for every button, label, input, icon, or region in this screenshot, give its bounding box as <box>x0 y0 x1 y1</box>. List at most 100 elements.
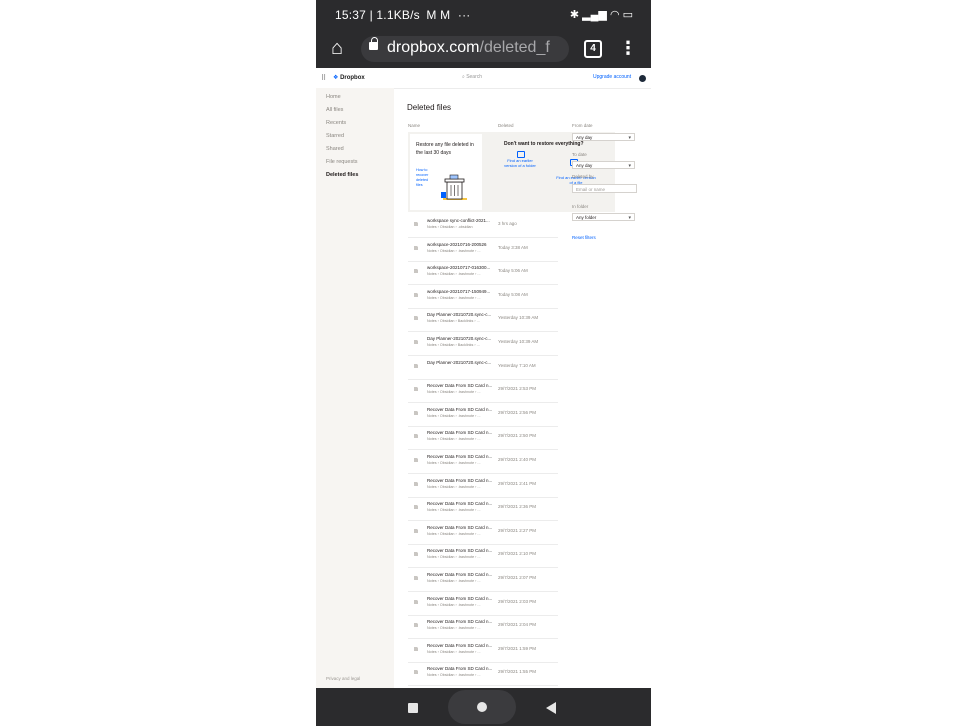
status-time: 15:37 | 1.1KB/s M M ··· <box>335 8 470 22</box>
table-row[interactable]: workspace-20210717-150949... Notes › Obsi… <box>408 285 558 309</box>
recent-apps-icon[interactable] <box>408 703 418 713</box>
deleted-file-icon <box>414 434 418 439</box>
deleted-file-icon <box>414 646 418 651</box>
to-date-label: To date <box>572 152 587 157</box>
file-name: Day Planner-20210720.sync-c... <box>427 359 492 365</box>
back-icon[interactable] <box>546 702 556 714</box>
status-bar: 15:37 | 1.1KB/s M M ··· ✱ ▂▄▆ ◠ ▭ <box>316 0 651 31</box>
table-row[interactable]: Day Planner-20210720.sync-c... Notes › Ob… <box>408 332 558 356</box>
table-row[interactable]: Recover Data From SD Card n... Notes › Ob… <box>408 568 558 592</box>
folder-version-link[interactable]: Find an earlier version of a folder <box>503 158 537 168</box>
promo-left-card: Restore any file deleted in the last 30 … <box>410 134 482 210</box>
upgrade-link[interactable]: Upgrade account <box>593 74 631 80</box>
table-row[interactable]: Recover Data From SD Card n... Notes › Ob… <box>408 474 558 498</box>
table-row[interactable]: Day Planner-20210720.sync-c... Yesterday … <box>408 356 558 380</box>
home-button[interactable] <box>448 690 516 724</box>
deleted-file-icon <box>414 552 418 557</box>
file-name: Recover Data From SD Card n... <box>427 572 493 577</box>
deleted-by-input[interactable]: Email or name <box>572 184 637 193</box>
browser-menu-icon[interactable]: ⋮ <box>619 37 637 59</box>
file-name: Recover Data From SD Card n... <box>427 501 493 507</box>
file-path: Notes › Obsidian › Backlinks › ... <box>427 343 480 347</box>
file-name: workspace sync-conflict-2021... <box>427 218 490 223</box>
deleted-date: Yesterday 10:39 AM <box>498 315 539 321</box>
table-row[interactable]: Recover Data From SD Card n... Notes › Ob… <box>408 615 558 640</box>
recover-files-link[interactable]: How to recover deleted files <box>416 168 434 188</box>
file-name: Recover Data From SD Card n... <box>427 524 493 530</box>
dropbox-top-nav: ⠿ ❖ Dropbox ⌕ Search Upgrade account <box>316 68 651 89</box>
deleted-date: 29/7/2021 2:41 PM <box>498 480 537 486</box>
deleted-file-icon <box>414 269 418 274</box>
search-input[interactable]: ⌕ Search <box>462 74 482 80</box>
deleted-date: 29/7/2021 2:50 PM <box>498 433 537 439</box>
file-name: Recover Data From SD Card n... <box>427 619 493 625</box>
table-row[interactable]: Recover Data From SD Card n... Notes › Ob… <box>408 379 558 404</box>
sidebar-item-shared[interactable]: Shared <box>326 146 344 152</box>
reset-filters-link[interactable]: Reset filters <box>572 235 596 240</box>
table-row[interactable]: workspace-20210717-016300... Notes › Obsi… <box>408 261 558 286</box>
sidebar-item-all-files[interactable]: All files <box>326 107 343 113</box>
url-path: /deleted_f <box>479 39 550 56</box>
trash-can-illustration <box>441 174 467 200</box>
file-name: Recover Data From SD Card n... <box>427 383 493 389</box>
restore-promo-banner: Restore any file deleted in the last 30 … <box>408 132 615 212</box>
deleted-file-icon <box>414 576 418 580</box>
file-path: Notes › Obsidian › .trashnote › ... <box>427 413 481 418</box>
deleted-file-icon <box>414 599 418 604</box>
avatar[interactable] <box>639 75 646 82</box>
browser-home-icon[interactable]: ⌂ <box>326 37 348 59</box>
tab-switcher-button[interactable]: 4 <box>584 40 602 58</box>
column-header-name[interactable]: Name <box>408 123 420 128</box>
table-row[interactable]: workspace sync-conflict-2021... Notes › O… <box>408 214 558 238</box>
in-folder-select[interactable]: Any folder <box>572 213 635 222</box>
sidebar-item-home[interactable]: Home <box>326 94 341 100</box>
table-row[interactable]: Recover Data From SD Card n... Notes › Ob… <box>408 497 558 522</box>
privacy-link[interactable]: Privacy and legal <box>326 676 360 681</box>
sidebar-item-recents[interactable]: Recents <box>326 120 346 126</box>
deleted-date: Today 3:38 AM <box>498 244 528 250</box>
file-path: Notes › Obsidian › .trashnote › ... <box>427 649 481 654</box>
table-row[interactable]: Recover Data From SD Card n... Notes › Ob… <box>408 639 558 663</box>
sidebar-item-file-requests[interactable]: File requests <box>326 159 358 165</box>
file-path: Notes › Obsidian › .trashnote › ... <box>427 437 481 442</box>
column-header-deleted[interactable]: Deleted <box>498 123 514 128</box>
more-notifications-icon: ··· <box>457 8 471 22</box>
table-row[interactable]: Recover Data From SD Card n... Notes › Ob… <box>408 592 558 616</box>
file-name: Day Planner-20210720.sync-c... <box>427 312 492 318</box>
lock-icon <box>369 37 378 50</box>
table-row[interactable]: Recover Data From SD Card n... Notes › Ob… <box>408 521 558 545</box>
deleted-file-icon <box>414 363 418 368</box>
file-path: Notes › Obsidian › .trashnote › ... <box>427 531 481 536</box>
file-path: Notes › Obsidian › .trashnote › ... <box>427 484 481 489</box>
file-name: Recover Data From SD Card n... <box>427 642 493 648</box>
table-row[interactable]: Recover Data From SD Card n... Notes › Ob… <box>408 426 558 451</box>
file-path: Notes › Obsidian › .obsidian <box>427 225 473 229</box>
phone-screen: 15:37 | 1.1KB/s M M ··· ✱ ▂▄▆ ◠ ▭ ⌂ drop… <box>316 0 651 726</box>
folder-history-icon <box>517 151 525 158</box>
table-row[interactable]: Recover Data From SD Card n... Notes › Ob… <box>408 544 558 569</box>
file-path: Notes › Obsidian › .trashnote › ... <box>427 461 481 465</box>
table-row[interactable]: Recover Data From SD Card n... Notes › Ob… <box>408 403 558 427</box>
file-path: Notes › Obsidian › .trashnote › ... <box>427 673 481 678</box>
file-name: workspace-20210717-016300... <box>427 265 491 271</box>
app-grid-icon[interactable]: ⠿ <box>321 74 326 82</box>
deleted-file-icon <box>414 410 418 415</box>
deleted-date: 29/7/2021 2:36 PM <box>498 504 537 510</box>
deleted-file-icon <box>414 245 418 250</box>
table-row[interactable]: Recover Data From SD Card n... Notes › Ob… <box>408 662 558 687</box>
to-date-select[interactable]: Any day <box>572 161 635 170</box>
table-row[interactable]: Day Planner-20210720.sync-c... Notes › Ob… <box>408 308 558 333</box>
deleted-date: 29/7/2021 2:03 PM <box>498 598 537 604</box>
browser-toolbar: ⌂ dropbox.com/deleted_f 4 ⋮ <box>316 31 651 68</box>
deleted-file-icon <box>414 623 418 628</box>
deleted-file-icon <box>414 505 418 510</box>
file-name: Recover Data From SD Card n... <box>427 548 493 554</box>
table-row[interactable]: Recover Data From SD Card n... Notes › Ob… <box>408 450 558 474</box>
from-date-select[interactable]: Any day <box>572 133 635 142</box>
sidebar-item-starred[interactable]: Starred <box>326 133 344 139</box>
file-name: Recover Data From SD Card n... <box>427 454 493 459</box>
table-row[interactable]: workspace-20210716-200526 Notes › Obsidia… <box>408 238 558 262</box>
address-bar[interactable]: dropbox.com/deleted_f <box>361 36 569 62</box>
dropbox-logo[interactable]: ❖ Dropbox <box>333 74 365 81</box>
sidebar-item-deleted-files[interactable]: Deleted files <box>326 172 358 178</box>
